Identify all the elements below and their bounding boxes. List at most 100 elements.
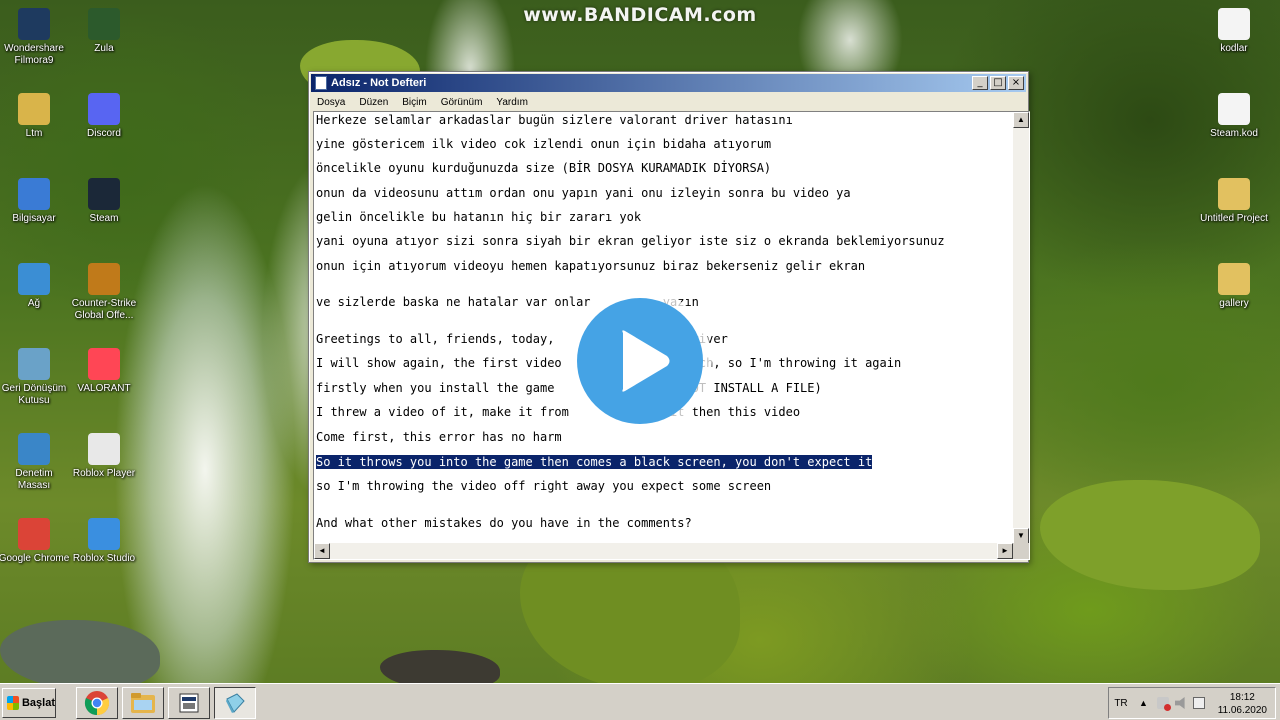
desktop-icon[interactable]: Wondershare Filmora9 [0, 8, 70, 67]
network-error-icon[interactable] [1157, 697, 1171, 711]
desktop-icon[interactable]: Geri Dönüşüm Kutusu [0, 348, 70, 407]
horizontal-scrollbar[interactable]: ◄ ► [314, 543, 1013, 559]
text-line[interactable]: And what other mistakes do you have in t… [316, 515, 692, 531]
scroll-down-button[interactable]: ▼ [1013, 528, 1029, 544]
text-line[interactable]: I threw a video of it, make it from it t… [316, 404, 800, 420]
taskbar-notepad-button[interactable] [214, 687, 256, 719]
desktop-icon-label: Bilgisayar [12, 213, 56, 224]
desktop-icon-label: Steam [89, 213, 119, 224]
text-line[interactable]: yani oyuna atıyor sizi sonra siyah bir e… [316, 233, 945, 249]
taskbar-chrome-button[interactable] [76, 687, 118, 719]
desktop-icon[interactable]: Discord [68, 93, 140, 140]
desktop-icon[interactable]: Steam [68, 178, 140, 225]
notification-icon[interactable] [1193, 697, 1205, 709]
desktop-icon[interactable]: Untitled Project [1198, 178, 1270, 225]
text-line[interactable]: yine göstericem ilk video cok izlendi on… [316, 136, 771, 152]
text-line-content: onun için atıyorum videoyu hemen kapatıy… [316, 259, 866, 273]
start-button[interactable]: Başlat [2, 688, 56, 718]
notepad-icon [315, 76, 327, 90]
chrome-icon [18, 518, 50, 550]
text-line-content: so I'm throwing the video off right away… [316, 479, 772, 493]
desktop-icon-label: Geri Dönüşüm Kutusu [1, 383, 67, 406]
taskbar-explorer-button[interactable] [122, 687, 164, 719]
desktop-icon[interactable]: Denetim Masası [0, 433, 70, 492]
desktop-icon-label: gallery [1219, 298, 1249, 309]
desktop-icon-label: VALORANT [77, 383, 131, 394]
taskbar-media-button[interactable] [168, 687, 210, 719]
text-line[interactable]: so I'm throwing the video off right away… [316, 478, 771, 494]
language-indicator[interactable]: TR [1109, 698, 1133, 709]
folder-icon [1218, 263, 1250, 295]
close-button[interactable]: × [1008, 76, 1024, 90]
text-line[interactable]: firstly when you install the game NOT IN… [316, 380, 822, 396]
text-line[interactable]: onun da videosunu attım ordan onu yapın … [316, 185, 851, 201]
text-line-content: I threw a video of it, make it from it t… [316, 405, 801, 419]
volume-icon[interactable] [1175, 697, 1185, 709]
menu-file[interactable]: Dosya [317, 97, 345, 108]
valorant-icon [88, 348, 120, 380]
desktop-icon[interactable]: gallery [1198, 263, 1270, 310]
clock-date: 11.06.2020 [1217, 705, 1267, 716]
taskbar: Başlat TR ▲ 18:12 11.06.2020 [0, 683, 1280, 720]
menu-view[interactable]: Görünüm [441, 97, 483, 108]
scroll-up-button[interactable]: ▲ [1013, 112, 1029, 128]
menu-format[interactable]: Biçim [402, 97, 426, 108]
text-line-content: And what other mistakes do you have in t… [316, 516, 692, 530]
chrome-icon [84, 691, 110, 716]
clock[interactable]: 18:12 11.06.2020 [1218, 691, 1267, 717]
chevron-up-icon[interactable]: ▲ [1139, 697, 1151, 709]
text-line-content: yani oyuna atıyor sizi sonra siyah bir e… [316, 234, 945, 248]
desktop-icon[interactable]: Ağ [0, 263, 70, 310]
text-line-content: Come first, this error has no harm [316, 430, 562, 444]
zula-icon [88, 8, 120, 40]
explorer-icon [131, 693, 155, 713]
network-icon [18, 263, 50, 295]
text-line-content: So it throws you into the game then come… [316, 455, 873, 469]
discord-icon [88, 93, 120, 125]
recycle-bin-icon [18, 348, 50, 380]
start-label: Başlat [21, 697, 55, 709]
text-line[interactable]: gelin öncelikle bu hatanın hiç bir zarar… [316, 209, 641, 225]
filmora-icon [18, 8, 50, 40]
desktop-icon[interactable]: Zula [68, 8, 140, 55]
text-line[interactable]: onun için atıyorum videoyu hemen kapatıy… [316, 258, 865, 274]
text-line[interactable]: öncelikle oyunu kurduğunuzda size (BİR D… [316, 160, 771, 176]
maximize-button[interactable]: □ [990, 76, 1006, 90]
folder-icon [1218, 178, 1250, 210]
menu-help[interactable]: Yardım [496, 97, 528, 108]
media-icon [179, 693, 199, 713]
selected-text-line[interactable]: So it throws you into the game then come… [316, 454, 873, 470]
desktop-icon[interactable]: Counter-Strike Global Offe... [68, 263, 140, 322]
play-icon[interactable] [577, 298, 703, 424]
desktop-icon-label: Ltm [25, 128, 43, 139]
system-tray: TR ▲ 18:12 11.06.2020 [1108, 687, 1276, 719]
text-line-content: gelin öncelikle bu hatanın hiç bir zarar… [316, 210, 642, 224]
desktop-icon-label: Zula [94, 43, 114, 54]
desktop-icon[interactable]: Ltm [0, 93, 70, 140]
scroll-left-button[interactable]: ◄ [314, 543, 330, 559]
desktop-icon[interactable]: Roblox Player [68, 433, 140, 480]
text-line[interactable]: Come first, this error has no harm [316, 429, 562, 445]
text-line[interactable]: Herkeze selamlar arkadaslar bugün sizler… [316, 112, 793, 128]
scroll-right-button[interactable]: ► [997, 543, 1013, 559]
roblox-icon [88, 433, 120, 465]
minimize-button[interactable]: _ [972, 76, 988, 90]
desktop-icon[interactable]: Google Chrome [0, 518, 70, 565]
text-line-content: yine göstericem ilk video cok izlendi on… [316, 137, 772, 151]
desktop-icon[interactable]: Roblox Studio [68, 518, 140, 565]
size-grip[interactable] [1013, 543, 1029, 559]
csgo-icon [88, 263, 120, 295]
desktop-icon-label: kodlar [1220, 43, 1248, 54]
desktop-icon[interactable]: Bilgisayar [0, 178, 70, 225]
menu-edit[interactable]: Düzen [359, 97, 388, 108]
desktop-icon[interactable]: Steam.kod [1198, 93, 1270, 140]
desktop-icon-label: Discord [87, 128, 121, 139]
text-line-content: firstly when you install the game NOT IN… [316, 381, 822, 395]
desktop-icon-label: Steam.kod [1210, 128, 1258, 139]
title-bar[interactable]: Adsız - Not Defteri _ □ × [311, 74, 1026, 92]
vertical-scrollbar[interactable]: ▲ ▼ [1013, 112, 1029, 544]
text-line-content: öncelikle oyunu kurduğunuzda size (BİR D… [316, 161, 772, 175]
desktop-icon[interactable]: kodlar [1198, 8, 1270, 55]
desktop-icon-label: Untitled Project [1200, 213, 1268, 224]
desktop-icon[interactable]: VALORANT [68, 348, 140, 395]
